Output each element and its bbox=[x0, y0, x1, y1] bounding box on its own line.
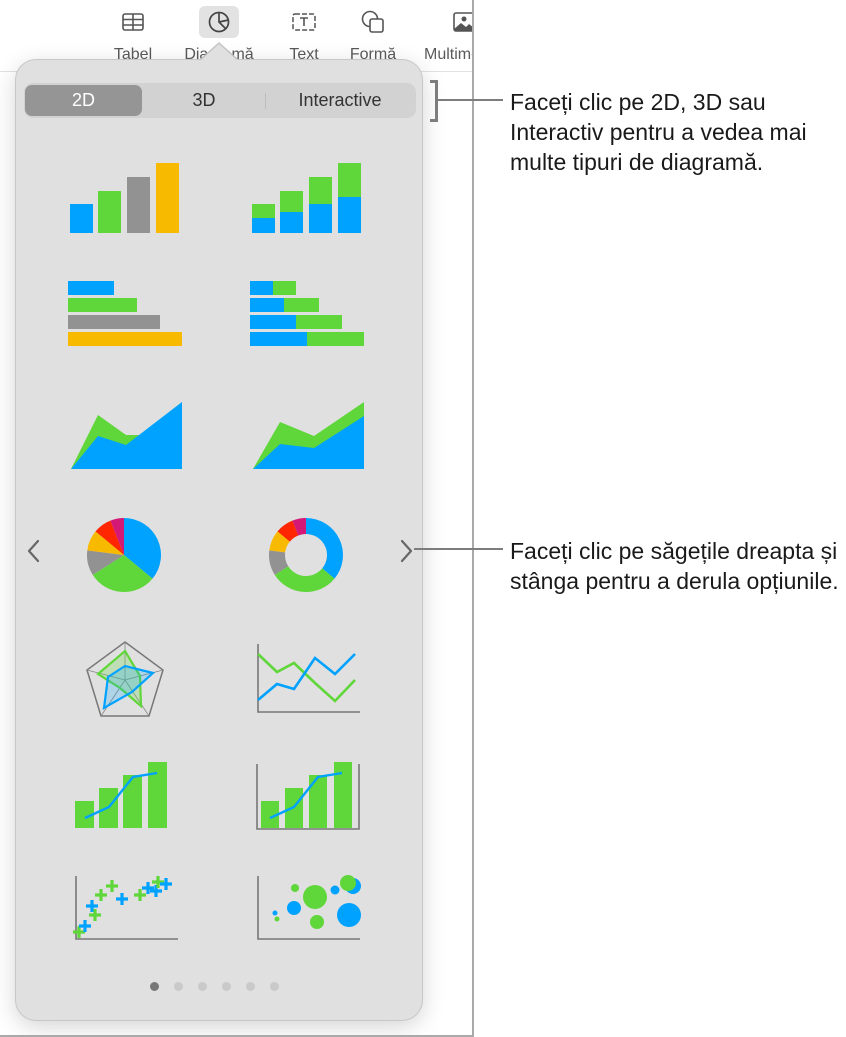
tab-separator bbox=[265, 93, 266, 109]
tab-3d[interactable]: 3D bbox=[144, 85, 264, 116]
chart-type-donut[interactable] bbox=[242, 505, 372, 605]
scatter-point bbox=[73, 926, 85, 938]
tab-2d[interactable]: 2D bbox=[25, 85, 142, 116]
popover-arrow bbox=[200, 44, 238, 61]
slice-1 bbox=[306, 518, 343, 579]
toolbar-media-label: Multimedia bbox=[424, 46, 472, 63]
page-dot[interactable] bbox=[222, 982, 231, 991]
page-dot[interactable] bbox=[198, 982, 207, 991]
page-dot[interactable] bbox=[150, 982, 159, 991]
scatter-point bbox=[79, 920, 91, 932]
chart-type-radar[interactable] bbox=[60, 628, 190, 728]
chart-type-stacked-bar[interactable] bbox=[242, 266, 372, 366]
chart-type-scatter[interactable] bbox=[60, 858, 190, 958]
chart-dimension-tabs: 2D 3D Interactive bbox=[24, 83, 416, 118]
chart-type-pie[interactable] bbox=[60, 505, 190, 605]
shape-icon bbox=[353, 6, 393, 38]
column-bar-2 bbox=[98, 191, 121, 233]
tab-interactive[interactable]: Interactive bbox=[267, 85, 413, 116]
page-dot[interactable] bbox=[246, 982, 255, 991]
column-bar-4 bbox=[156, 163, 179, 233]
scatter-point bbox=[95, 889, 107, 901]
page-dot[interactable] bbox=[270, 982, 279, 991]
chart-type-two-axis[interactable] bbox=[242, 746, 372, 846]
scatter-point bbox=[134, 889, 146, 901]
chart-type-stacked-column[interactable] bbox=[242, 150, 372, 250]
chart-type-line[interactable] bbox=[242, 628, 372, 728]
scatter-point bbox=[152, 876, 164, 888]
text-box-icon bbox=[284, 6, 324, 38]
tabs-callout-text: Faceți clic pe 2D, 3D sau Interactiv pen… bbox=[510, 89, 807, 175]
scatter-point bbox=[106, 880, 118, 892]
chevron-left-icon bbox=[27, 539, 40, 563]
chevron-right-icon bbox=[400, 539, 413, 563]
column-bar-3 bbox=[127, 177, 150, 233]
arrows-callout-text: Faceți clic pe săgețile dreapta și stâng… bbox=[510, 538, 839, 594]
chart-pie-icon bbox=[199, 6, 239, 38]
chart-type-column[interactable] bbox=[60, 150, 190, 250]
chart-type-stacked-area[interactable] bbox=[242, 386, 372, 486]
scatter-point bbox=[160, 878, 172, 890]
chart-type-area[interactable] bbox=[60, 386, 190, 486]
arrows-callout-leader bbox=[414, 548, 503, 550]
chart-type-bubble[interactable] bbox=[242, 858, 372, 958]
previous-page-arrow[interactable] bbox=[22, 533, 46, 569]
chart-type-bar[interactable] bbox=[60, 266, 190, 366]
page-indicator bbox=[150, 982, 279, 994]
next-page-arrow[interactable] bbox=[394, 533, 418, 569]
scatter-point bbox=[116, 893, 128, 905]
table-icon bbox=[113, 6, 153, 38]
column-bar-1 bbox=[70, 204, 93, 233]
page-dot[interactable] bbox=[174, 982, 183, 991]
chart-type-mixed[interactable] bbox=[60, 746, 190, 846]
tabs-callout-leader bbox=[437, 99, 503, 101]
toolbar-media-button[interactable]: Multimedia bbox=[424, 0, 472, 70]
app-window: Tabel Diagramă Text Formă Multimedia 2D … bbox=[0, 0, 474, 1037]
media-icon bbox=[444, 6, 472, 38]
tabs-callout-bracket bbox=[430, 80, 438, 122]
